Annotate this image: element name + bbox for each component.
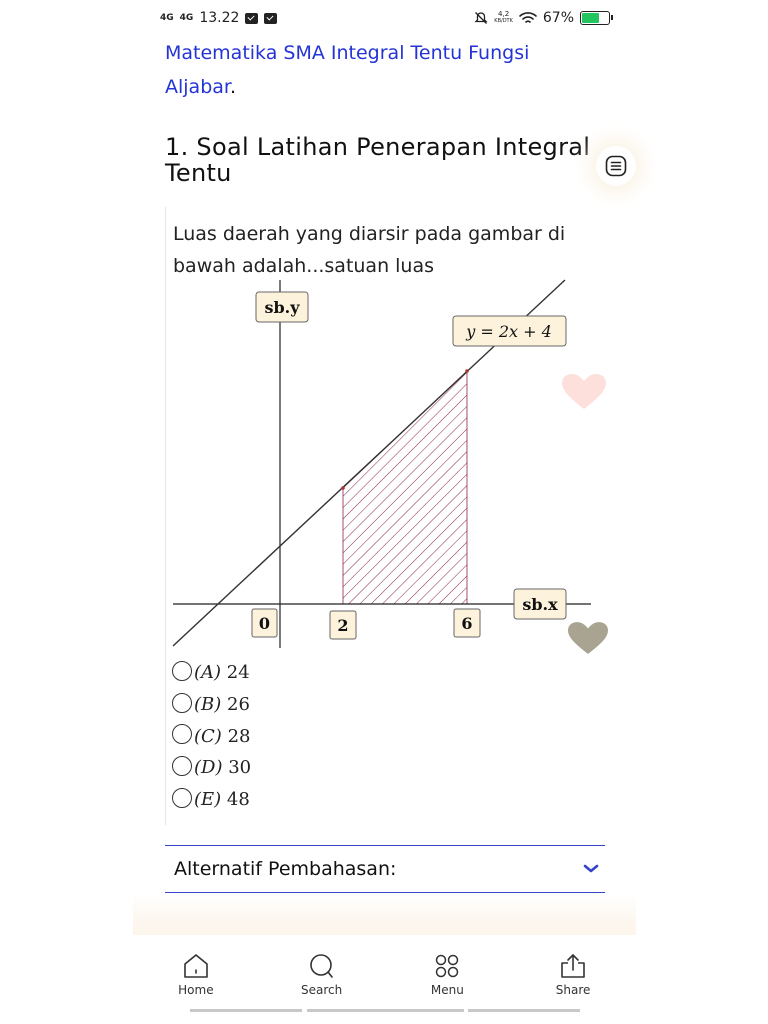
menu-grid-icon <box>436 954 459 978</box>
gesture-bar-left <box>190 1009 302 1012</box>
search-icon <box>309 954 333 978</box>
option-c[interactable]: (C) 28 <box>172 720 251 752</box>
radio-button[interactable] <box>172 787 192 808</box>
radio-button[interactable] <box>172 724 192 745</box>
gesture-bar-right <box>468 1009 580 1012</box>
x-axis-label: sb.x <box>513 588 567 620</box>
clock: 13.22 <box>199 10 240 26</box>
chevron-down-icon <box>583 864 599 873</box>
option-e[interactable]: (E) 48 <box>172 784 251 816</box>
option-value: 48 <box>226 789 250 811</box>
y-axis-label-text: sb.y <box>264 298 300 317</box>
option-b[interactable]: (B) 26 <box>172 689 251 721</box>
equation-text: y = 2x + 4 <box>465 322 552 341</box>
tick-2-text: 2 <box>337 616 348 635</box>
article-link[interactable]: Matematika SMA Integral Tentu Fungsi Alj… <box>165 42 529 98</box>
tick-label-0: 0 <box>251 608 278 638</box>
speed-unit: KB/DTK <box>494 18 513 24</box>
speed-value: 4,2 <box>498 10 510 18</box>
option-d[interactable]: (D) 30 <box>172 752 251 784</box>
x-axis-label-text: sb.x <box>522 595 558 614</box>
nav-menu-label: Menu <box>430 983 464 997</box>
option-value: 24 <box>226 662 250 684</box>
tick-0-text: 0 <box>259 614 270 633</box>
status-right: 4,2 KB/DTK 67% <box>474 10 613 26</box>
table-of-contents-button[interactable] <box>596 146 636 186</box>
heart-icon-pink <box>562 374 606 409</box>
accordion-title: Alternatif Pembahasan: <box>174 858 397 880</box>
option-value: 26 <box>227 694 250 716</box>
option-value: 28 <box>227 725 251 747</box>
option-letter: (E) <box>194 789 222 811</box>
notification-icon <box>245 12 259 24</box>
nav-share[interactable]: Share <box>510 935 636 1015</box>
signal-1: 4G <box>160 13 174 23</box>
share-icon <box>561 954 585 978</box>
radio-button[interactable] <box>172 660 192 681</box>
bottom-navigation: Home Search Menu Share <box>133 935 636 1015</box>
integral-graph: sb.y y = 2x + 4 sb.x 0 2 6 <box>172 279 591 648</box>
answer-options: (A) 24 (B) 26 (C) 28 (D) 30 (E) 48 <box>172 657 251 815</box>
radio-button[interactable] <box>172 755 192 776</box>
nav-search[interactable]: Search <box>259 935 385 1015</box>
discussion-accordion[interactable]: Alternatif Pembahasan: <box>165 845 605 893</box>
status-bar: 4G 4G 13.22 4,2 KB/DTK 67% <box>160 8 613 30</box>
status-left: 4G 4G 13.22 <box>160 10 278 26</box>
option-a[interactable]: (A) 24 <box>172 657 251 689</box>
battery-level <box>582 13 600 23</box>
tick-label-6: 6 <box>453 608 481 638</box>
radio-button[interactable] <box>172 692 192 713</box>
nav-home[interactable]: Home <box>133 935 259 1015</box>
point-x2 <box>341 486 345 490</box>
wifi-icon <box>519 12 537 23</box>
battery-percent: 67% <box>542 10 574 26</box>
battery-icon <box>580 11 613 25</box>
notification-icon-2 <box>264 12 278 24</box>
option-value: 30 <box>228 757 252 779</box>
tick-6-text: 6 <box>461 614 472 633</box>
link-suffix: . <box>229 76 237 98</box>
list-icon <box>605 155 627 177</box>
tick-label-2: 2 <box>329 610 357 640</box>
nav-home-label: Home <box>178 983 214 997</box>
gesture-bar-center <box>307 1009 464 1012</box>
nav-search-label: Search <box>301 983 343 997</box>
y-axis-label: sb.y <box>255 291 309 323</box>
signal-2: 4G <box>179 13 194 23</box>
mute-icon <box>474 12 488 24</box>
article-link-block: Matematika SMA Integral Tentu Fungsi Alj… <box>165 36 585 104</box>
nav-share-label: Share <box>555 983 591 997</box>
section-title: 1. Soal Latihan Penerapan Integral Tentu <box>165 133 591 187</box>
shaded-region <box>342 370 468 605</box>
nav-menu[interactable]: Menu <box>385 935 511 1015</box>
home-icon <box>184 954 208 978</box>
option-letter: (C) <box>194 725 222 747</box>
network-speed: 4,2 KB/DTK <box>494 11 513 25</box>
equation-label: y = 2x + 4 <box>452 315 567 347</box>
bottom-fade <box>133 893 636 938</box>
option-letter: (D) <box>194 757 223 779</box>
question-text: Luas daerah yang diarsir pada gambar di … <box>173 223 566 277</box>
heart-icon-gray <box>568 622 608 654</box>
point-x6 <box>465 369 469 373</box>
option-letter: (B) <box>194 694 222 716</box>
option-letter: (A) <box>194 662 222 684</box>
